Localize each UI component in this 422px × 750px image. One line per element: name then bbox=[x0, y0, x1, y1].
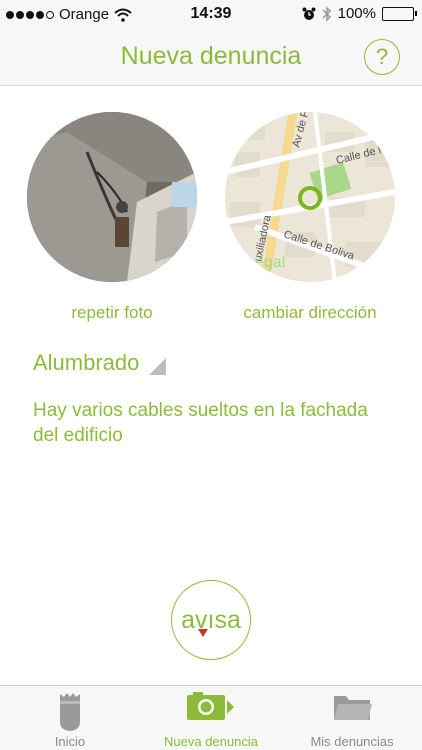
alarm-icon bbox=[302, 7, 316, 20]
map-street-label: egal bbox=[255, 254, 285, 271]
avisa-logo-text: avısa bbox=[181, 606, 241, 637]
tab-label: Nueva denuncia bbox=[164, 734, 258, 749]
category-selector[interactable]: Alumbrado bbox=[33, 350, 167, 376]
description-text[interactable]: Hay varios cables sueltos en la fachada … bbox=[33, 398, 393, 448]
shield-icon bbox=[60, 693, 80, 731]
navigation-bar: Nueva denuncia ? bbox=[0, 30, 422, 86]
photo-image bbox=[27, 112, 197, 282]
battery-percent: 100% bbox=[337, 5, 376, 22]
tab-nueva-denuncia[interactable]: Nueva denuncia bbox=[141, 686, 281, 750]
dropdown-corner-icon bbox=[149, 358, 167, 375]
folder-icon bbox=[334, 696, 372, 720]
map-preview[interactable]: Calle de los Tilos Av de F Calle de Boli… bbox=[225, 112, 395, 282]
change-address-button[interactable]: cambiar dirección bbox=[220, 303, 400, 323]
help-button[interactable]: ? bbox=[364, 39, 400, 75]
status-bar: Orange 14:39 100% bbox=[0, 0, 422, 30]
tab-mis-denuncias[interactable]: Mis denuncias bbox=[282, 686, 422, 750]
status-right: 100% bbox=[302, 5, 417, 22]
map-image: Calle de los Tilos Av de F Calle de Boli… bbox=[225, 112, 395, 282]
help-icon: ? bbox=[375, 44, 389, 69]
camera-icon bbox=[187, 692, 234, 720]
bluetooth-icon bbox=[322, 5, 331, 22]
repeat-photo-button[interactable]: repetir foto bbox=[27, 303, 197, 323]
avisa-logo-button[interactable]: avısa bbox=[171, 580, 251, 660]
page-title: Nueva denuncia bbox=[120, 42, 302, 70]
location-pin-icon bbox=[198, 628, 209, 637]
battery-icon bbox=[382, 6, 417, 21]
tab-inicio[interactable]: Inicio bbox=[0, 686, 140, 750]
photo-preview[interactable] bbox=[27, 112, 197, 282]
category-value: Alumbrado bbox=[33, 350, 140, 375]
tab-label: Inicio bbox=[54, 734, 86, 749]
tab-bar: Inicio Nueva denuncia Mis denuncias bbox=[0, 685, 422, 750]
tab-label: Mis denuncias bbox=[310, 734, 394, 749]
